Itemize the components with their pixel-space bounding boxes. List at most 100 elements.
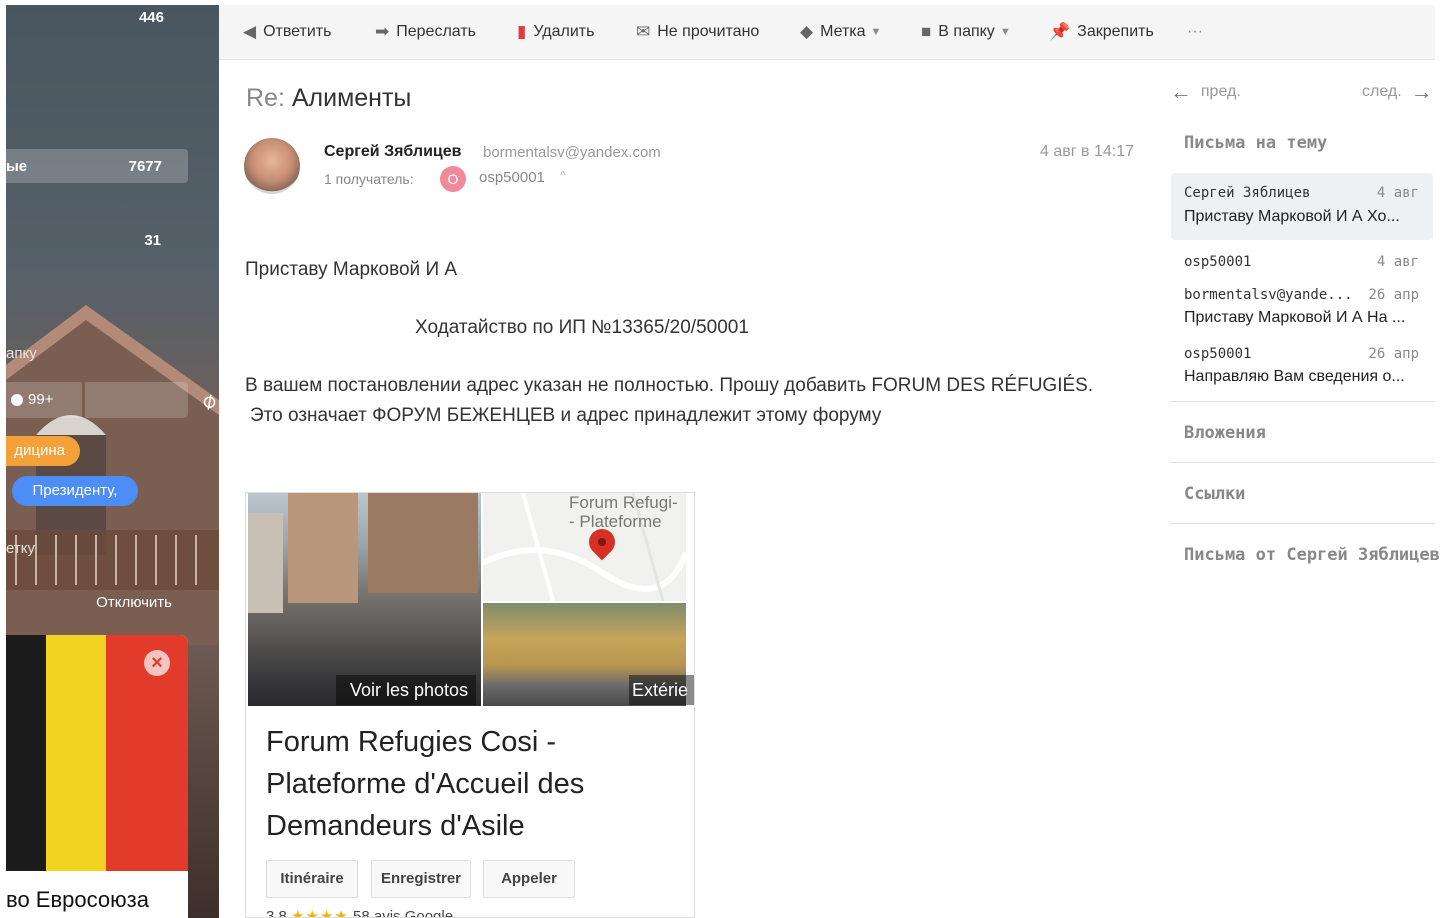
message-subject: Re: Алименты bbox=[246, 84, 411, 113]
forward-button[interactable]: ➡ Переслать bbox=[375, 21, 476, 43]
thread-date: 26 апр bbox=[1368, 346, 1419, 362]
map-thumbnail[interactable]: Forum Refugi- - Plateforme bbox=[483, 493, 686, 601]
thread-item[interactable]: bormentalsv@yande... 26 апр Приставу Мар… bbox=[1171, 278, 1433, 333]
recipients-label: 1 получатель: bbox=[324, 171, 414, 187]
sidebar-filter-row: 99+ ⌀ bbox=[6, 382, 219, 418]
tag-president[interactable]: Президенту, bbox=[12, 476, 138, 506]
sidebar-folder-active[interactable]: ые 7677 bbox=[6, 149, 188, 183]
recipient-avatar: O bbox=[440, 166, 466, 192]
label-label: Метка bbox=[820, 23, 866, 40]
chevron-down-icon: ▼ bbox=[999, 26, 1011, 38]
thread-from: Сергей Зяблицев bbox=[1184, 185, 1311, 201]
from-sender-section[interactable]: Письма от Сергей Зяблицев bbox=[1184, 545, 1440, 565]
sidebar-folder-count: 7677 bbox=[128, 158, 162, 175]
divider bbox=[1170, 523, 1435, 524]
folder-count-31: 31 bbox=[144, 232, 161, 249]
route-button[interactable]: Itinéraire bbox=[266, 860, 358, 898]
reply-label: Ответить bbox=[263, 23, 332, 40]
delete-label: Удалить bbox=[533, 23, 595, 40]
thread-date: 4 авг bbox=[1376, 185, 1419, 201]
chevron-up-icon[interactable]: ^ bbox=[560, 168, 566, 182]
sender-avatar[interactable] bbox=[244, 138, 300, 194]
arrow-right-icon: → bbox=[1410, 79, 1433, 104]
prev-label: пред. bbox=[1200, 83, 1241, 100]
attachments-filter-button[interactable]: ⌀ bbox=[85, 382, 219, 418]
trash-icon: ▮ bbox=[517, 22, 527, 41]
place-rating: 3,8 ★★★★ 58 avis Google bbox=[266, 907, 453, 918]
ad-caption: во Евросоюза bbox=[6, 887, 149, 912]
recipient-name[interactable]: osp50001 bbox=[479, 169, 545, 186]
tag-icon: ◆ bbox=[800, 22, 814, 41]
pin-button[interactable]: 📌 Закрепить bbox=[1049, 21, 1154, 43]
next-label: след. bbox=[1362, 83, 1402, 100]
save-button[interactable]: Enregistrer bbox=[371, 860, 471, 898]
prev-message-button[interactable]: ← пред. bbox=[1170, 79, 1241, 105]
divider bbox=[1170, 462, 1435, 463]
body-line-addressee: Приставу Марковой И А bbox=[245, 259, 458, 280]
thread-item[interactable]: osp50001 4 авг bbox=[1171, 245, 1433, 275]
forward-label: Переслать bbox=[396, 23, 476, 40]
sidebar: 446 ые 7677 31 апку 99+ ⌀ дицина Президе… bbox=[6, 5, 219, 918]
map-place-label: Forum Refugi- - Plateforme bbox=[569, 493, 678, 531]
call-button[interactable]: Appeler bbox=[483, 860, 575, 898]
thread-from: bormentalsv@yande... bbox=[1184, 287, 1353, 303]
forward-icon: ➡ bbox=[375, 22, 390, 41]
move-to-folder-button[interactable]: ■ В папку ▼ bbox=[921, 21, 1011, 43]
rating-reviews[interactable]: 58 avis Google bbox=[353, 908, 453, 917]
sidebar-partial-text-2[interactable]: етку bbox=[6, 540, 35, 557]
rating-stars-icon: ★★★★ bbox=[291, 908, 349, 918]
exterior-label[interactable]: Extérie bbox=[629, 675, 694, 705]
folder-count-top: 446 bbox=[138, 9, 164, 26]
move-to-folder-label: В папку bbox=[938, 23, 995, 40]
body-line-meaning: Это означает ФОРУМ БЕЖЕНЦЕВ и адрес прин… bbox=[250, 405, 882, 426]
pin-label: Закрепить bbox=[1077, 23, 1154, 40]
close-icon[interactable]: × bbox=[144, 650, 170, 676]
delete-button[interactable]: ▮ Удалить bbox=[517, 21, 594, 43]
view-photos-label[interactable]: Voir les photos bbox=[336, 675, 476, 705]
thread-item-active[interactable]: Сергей Зяблицев 4 авг Приставу Марковой … bbox=[1171, 173, 1433, 240]
subject-text: Алименты bbox=[291, 84, 412, 112]
next-message-button[interactable]: след. → bbox=[1362, 79, 1433, 105]
thread-from: osp50001 bbox=[1184, 346, 1252, 362]
mark-unread-label: Не прочитано bbox=[657, 23, 760, 40]
ad-banner[interactable]: × во Евросоюза bbox=[6, 635, 188, 918]
body-line-request: В вашем постановлении адрес указан не по… bbox=[245, 375, 1094, 396]
folder-icon: ■ bbox=[921, 22, 932, 41]
subject-prefix: Re: bbox=[246, 84, 285, 112]
body-line-title: Ходатайство по ИП №13365/20/50001 bbox=[415, 317, 749, 338]
sidebar-partial-text-1[interactable]: апку bbox=[6, 345, 37, 362]
mark-unread-button[interactable]: ✉ Не прочитано bbox=[636, 21, 759, 43]
arrow-left-icon: ← bbox=[1170, 79, 1192, 104]
place-card[interactable]: Voir les photos Forum Refugi- - Platefor… bbox=[245, 492, 695, 918]
links-section[interactable]: Ссылки bbox=[1184, 484, 1245, 504]
rating-value: 3,8 bbox=[266, 908, 287, 918]
sender-name[interactable]: Сергей Зяблицев bbox=[324, 143, 461, 161]
thread-date: 26 апр bbox=[1368, 287, 1419, 303]
unread-filter-button[interactable]: 99+ bbox=[6, 382, 82, 418]
thread-subject: Приставу Марковой И А Хо... bbox=[1184, 208, 1400, 225]
unread-dot-icon bbox=[11, 394, 23, 406]
envelope-icon: ✉ bbox=[636, 22, 651, 41]
disable-ads-button[interactable]: Отключить bbox=[6, 585, 188, 619]
pin-icon: 📌 bbox=[1049, 22, 1071, 41]
reply-button[interactable]: ◀ Ответить bbox=[243, 21, 331, 43]
label-button[interactable]: ◆ Метка ▼ bbox=[800, 21, 881, 43]
unread-badge: 99+ bbox=[28, 391, 54, 408]
attachments-section[interactable]: Вложения bbox=[1184, 423, 1266, 443]
sidebar-folder-label: ые bbox=[6, 158, 28, 175]
thread-section-title: Письма на тему bbox=[1184, 133, 1328, 153]
thread-subject: Направляю Вам сведения о... bbox=[1184, 368, 1405, 385]
thread-from: osp50001 bbox=[1184, 254, 1252, 270]
thread-item[interactable]: osp50001 26 апр Направляю Вам сведения о… bbox=[1171, 336, 1433, 391]
message-date: 4 авг в 14:17 bbox=[1040, 143, 1135, 160]
more-button[interactable]: ··· bbox=[1187, 21, 1203, 43]
thread-date: 4 авг bbox=[1376, 254, 1419, 270]
place-title[interactable]: Forum Refugies Cosi - Plateforme d'Accue… bbox=[266, 721, 646, 847]
chevron-down-icon: ▼ bbox=[870, 26, 882, 38]
reply-icon: ◀ bbox=[243, 22, 257, 41]
thread-subject: Приставу Марковой И А На ... bbox=[1184, 309, 1406, 326]
tag-medicine[interactable]: дицина bbox=[6, 436, 80, 466]
message-toolbar: ◀ Ответить ➡ Переслать ▮ Удалить ✉ Не пр… bbox=[219, 5, 1435, 60]
sender-email[interactable]: bormentalsv@yandex.com bbox=[483, 144, 661, 161]
divider bbox=[1170, 401, 1435, 402]
